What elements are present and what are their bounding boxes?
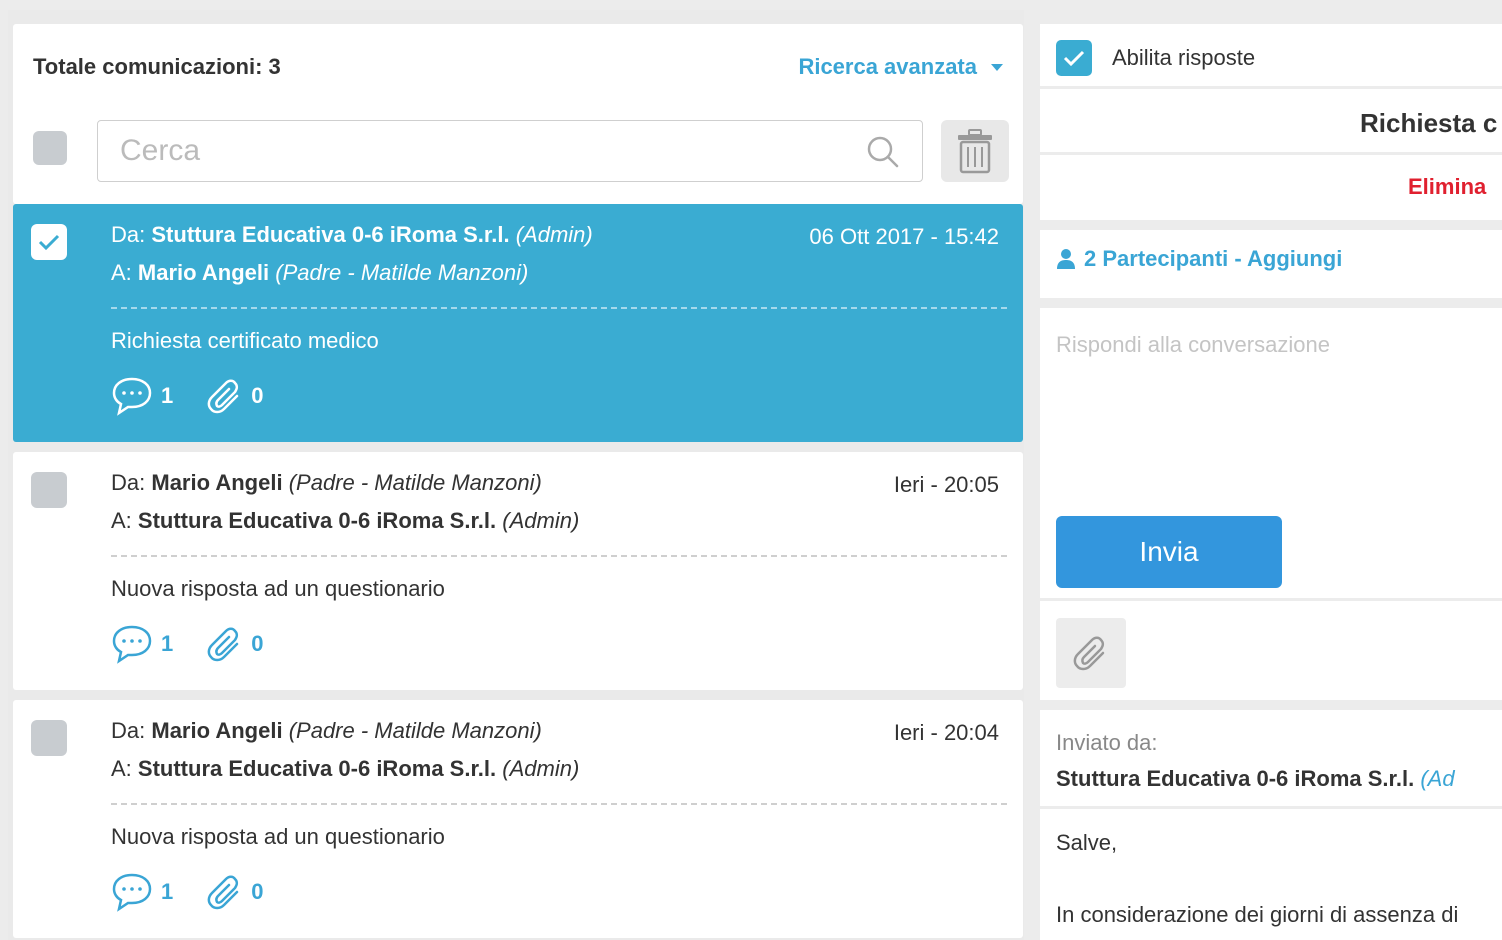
sent-by-label: Inviato da: [1056,730,1158,755]
from-name: Mario Angeli [151,470,283,495]
participants-card: 2 Partecipanti - Aggiungi [1040,230,1502,298]
message-to: A: Stuttura Educativa 0-6 iRoma S.r.l. (… [111,756,579,782]
to-role: (Padre - Matilde Manzoni) [275,260,529,285]
user-icon [1057,249,1075,269]
message-subject: Richiesta certificato medico [111,328,379,353]
message-date: Ieri - 20:04 [893,720,999,745]
divider [1040,152,1502,155]
enable-replies-label: Abilita risposte [1112,45,1256,70]
message-to: A: Stuttura Educativa 0-6 iRoma S.r.l. (… [111,508,579,534]
trash-icon [958,129,992,174]
attach-button[interactable] [1056,618,1126,688]
divider [111,555,1007,557]
message-item[interactable]: Da: Mario Angeli (Padre - Matilde Manzon… [13,700,1023,938]
message-subject: Nuova risposta ad un questionario [111,824,445,849]
paperclip-icon [207,627,239,662]
comment-icon [112,625,152,664]
message-from: Da: Stuttura Educativa 0-6 iRoma S.r.l. … [111,222,593,248]
reply-card: Rispondi alla conversazione Invia [1040,308,1502,700]
divider [111,307,1007,309]
to-name: Stuttura Educativa 0-6 iRoma S.r.l. [137,756,497,781]
participants-label: 2 Partecipanti - Aggiungi [1084,246,1343,271]
comment-icon [112,377,152,416]
from-role: (Admin) [515,222,593,247]
comment-icon [112,873,152,912]
attachment-count: 0 [251,879,264,904]
from-prefix: Da: [111,470,146,495]
divider [1040,86,1502,89]
to-prefix: A: [111,260,132,285]
paperclip-icon [1073,636,1105,671]
body-text: In considerazione dei giorni di assenza … [1056,902,1459,927]
attachment-count: 0 [251,631,264,656]
comment-count: 1 [161,631,174,656]
paperclip-icon [207,379,239,414]
caret-down-icon [991,63,1003,71]
message-from: Da: Mario Angeli (Padre - Matilde Manzon… [111,470,542,496]
total-count: Totale comunicazioni: 3 [33,54,281,79]
body-greeting: Salve, [1056,830,1118,855]
sender: Stuttura Educativa 0-6 iRoma S.r.l. (Ad [1056,766,1455,792]
send-button[interactable]: Invia [1056,516,1282,588]
to-role: (Admin) [502,508,580,533]
message-checkbox[interactable] [31,472,67,508]
message-meta: 1 0 [111,376,298,416]
from-prefix: Da: [111,718,146,743]
divider [111,803,1007,805]
sender-name: Stuttura Educativa 0-6 iRoma S.r.l. [1056,766,1415,791]
message-checkbox[interactable] [31,720,67,756]
select-all-checkbox[interactable] [33,131,67,165]
divider [1040,806,1502,809]
message-meta: 1 0 [111,624,298,664]
check-icon [1063,50,1085,67]
message-meta: 1 0 [111,872,298,912]
comment-count: 1 [161,383,174,408]
to-role: (Admin) [502,756,580,781]
advanced-search-toggle[interactable]: Ricerca avanzata [798,54,1003,80]
to-name: Mario Angeli [137,260,270,285]
message-item[interactable]: Da: Stuttura Educativa 0-6 iRoma S.r.l. … [13,204,1023,442]
message-checkbox[interactable] [31,224,67,260]
search-icon[interactable] [866,135,900,174]
search-box [97,120,923,182]
to-prefix: A: [111,508,132,533]
delete-conversation-link[interactable]: Elimina [1408,174,1486,200]
reply-input[interactable]: Rispondi alla conversazione [1056,332,1330,358]
message-from: Da: Mario Angeli (Padre - Matilde Manzon… [111,718,542,744]
comment-count: 1 [161,879,174,904]
message-to: A: Mario Angeli (Padre - Matilde Manzoni… [111,260,528,286]
message-date: Ieri - 20:05 [893,472,999,497]
from-role: (Padre - Matilde Manzoni) [288,718,542,743]
message-subject: Nuova risposta ad un questionario [111,576,445,601]
message-date: 06 Ott 2017 - 15:42 [809,224,999,249]
list-header: Totale comunicazioni: 3 Ricerca avanzata [13,24,1023,204]
detail-header: Abilita risposte Richiesta c Elimina [1040,24,1502,220]
from-name: Stuttura Educativa 0-6 iRoma S.r.l. [151,222,510,247]
divider [1040,598,1502,601]
attachment-count: 0 [251,383,264,408]
paperclip-icon [207,875,239,910]
from-role: (Padre - Matilde Manzoni) [288,470,542,495]
message-item[interactable]: Da: Mario Angeli (Padre - Matilde Manzon… [13,452,1023,690]
to-name: Stuttura Educativa 0-6 iRoma S.r.l. [137,508,497,533]
message-list-panel: Totale comunicazioni: 3 Ricerca avanzata [8,10,1024,940]
from-name: Mario Angeli [151,718,283,743]
delete-button[interactable] [941,120,1009,182]
from-prefix: Da: [111,222,146,247]
sender-role: (Ad [1420,766,1455,791]
check-icon [38,234,60,251]
message-detail: Inviato da: Stuttura Educativa 0-6 iRoma… [1040,710,1502,940]
search-input[interactable] [120,134,840,168]
to-prefix: A: [111,756,132,781]
advanced-search-label: Ricerca avanzata [798,54,977,79]
enable-replies-checkbox[interactable] [1056,40,1092,76]
participants-link[interactable]: 2 Partecipanti - Aggiungi [1056,246,1342,272]
conversation-title: Richiesta c [1360,108,1498,138]
